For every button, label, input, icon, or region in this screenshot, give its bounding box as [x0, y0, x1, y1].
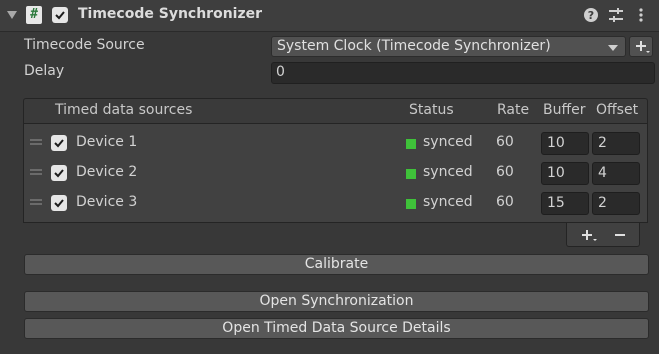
timecode-source-dropdown[interactable]: System Clock (Timecode Synchronizer)	[271, 36, 626, 57]
status-indicator-icon	[406, 199, 416, 209]
status-text: synced	[423, 194, 473, 210]
row-enabled-checkbox[interactable]	[51, 195, 67, 211]
status-indicator-icon	[406, 169, 416, 179]
timecode-source-value: System Clock (Timecode Synchronizer)	[277, 38, 551, 54]
column-header-name: Timed data sources	[55, 102, 193, 118]
device-name: Device 1	[76, 134, 138, 150]
offset-field[interactable]: 4	[592, 162, 640, 185]
calibrate-button[interactable]: Calibrate	[24, 254, 649, 275]
drag-handle-icon[interactable]	[30, 169, 42, 175]
component-title: Timecode Synchronizer	[78, 6, 263, 22]
rate-value: 60	[496, 194, 514, 210]
open-synchronization-button[interactable]: Open Synchronization	[24, 291, 649, 312]
chevron-down-icon	[608, 45, 618, 51]
timecode-source-label: Timecode Source	[24, 37, 145, 53]
row-enabled-checkbox[interactable]	[51, 135, 67, 151]
add-item-button[interactable]	[578, 226, 602, 244]
buffer-field[interactable]: 15	[541, 192, 589, 215]
column-header-status: Status	[409, 102, 454, 118]
offset-field[interactable]: 2	[592, 132, 640, 155]
device-name: Device 2	[76, 164, 138, 180]
delay-label: Delay	[24, 63, 65, 79]
component-enabled-checkbox[interactable]	[52, 7, 68, 23]
rate-value: 60	[496, 164, 514, 180]
svg-text:?: ?	[588, 9, 594, 22]
buffer-field[interactable]: 10	[541, 132, 589, 155]
script-icon: #	[26, 6, 42, 24]
remove-item-button[interactable]	[610, 226, 630, 244]
column-header-buffer: Buffer	[543, 102, 586, 118]
rate-value: 60	[496, 134, 514, 150]
delay-field[interactable]: 0	[271, 62, 655, 84]
offset-field[interactable]: 2	[592, 192, 640, 215]
add-source-button[interactable]	[629, 36, 653, 57]
device-name: Device 3	[76, 194, 138, 210]
drag-handle-icon[interactable]	[30, 139, 42, 145]
drag-handle-icon[interactable]	[30, 199, 42, 205]
buffer-field[interactable]: 10	[541, 162, 589, 185]
row-enabled-checkbox[interactable]	[51, 165, 67, 181]
status-text: synced	[423, 164, 473, 180]
status-text: synced	[423, 134, 473, 150]
foldout-arrow-icon[interactable]	[7, 11, 17, 19]
help-icon[interactable]: ?	[583, 7, 599, 23]
column-header-rate: Rate	[497, 102, 530, 118]
preset-icon[interactable]	[608, 7, 624, 23]
open-timed-data-source-details-button[interactable]: Open Timed Data Source Details	[24, 318, 649, 339]
context-menu-icon[interactable]	[633, 7, 649, 23]
status-indicator-icon	[406, 139, 416, 149]
column-header-offset: Offset	[596, 102, 639, 118]
